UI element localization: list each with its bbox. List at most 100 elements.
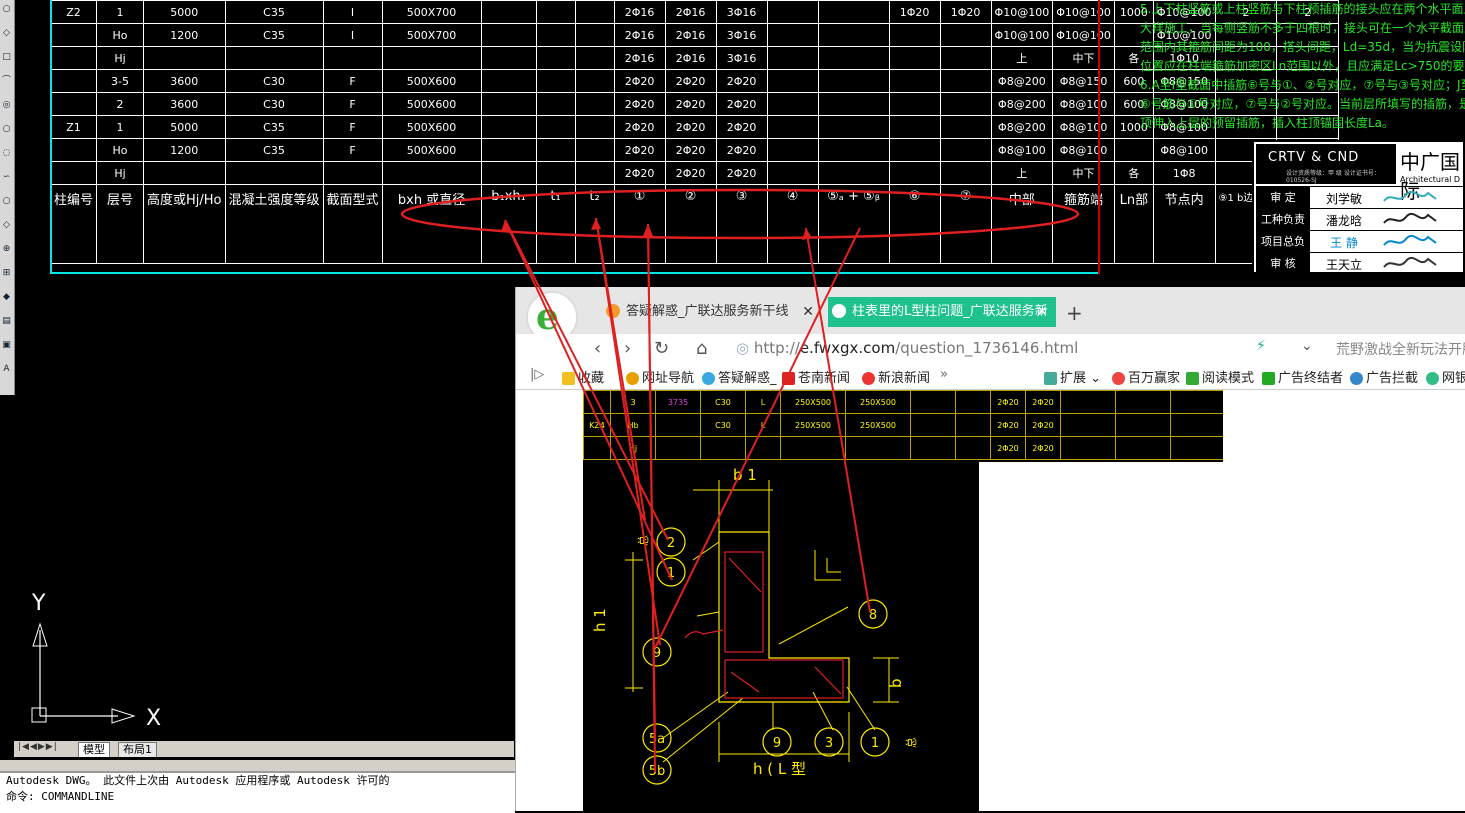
cad-tool-icon[interactable]: ○ <box>1 196 12 207</box>
bookmark-label: 网银 <box>1442 371 1465 386</box>
schedule-cell-s10: 各 <box>1113 161 1154 185</box>
cad-tool-icon[interactable]: ▤ <box>1 316 12 327</box>
bookmark-favorites[interactable]: 收藏 <box>562 367 604 386</box>
cad-tool-icon[interactable]: ◌ <box>1 148 12 159</box>
header-col_ln: Ln部 <box>1113 184 1154 264</box>
scan-cell: 2Φ20 <box>1025 436 1061 460</box>
design-notes: 5.上下柱竖筋或上柱竖筋与下柱预插筋的接头应在两个水平面上按甲 大样施工，当每侧… <box>1140 0 1465 133</box>
cad-tool-icon[interactable]: ⊞ <box>1 268 12 279</box>
axis-y-label: Y <box>31 591 46 616</box>
bookmark-sina[interactable]: 新浪新闻 <box>862 367 930 386</box>
command-line-history: Autodesk DWG。 此文件上次由 Autodesk 应用程序或 Auto… <box>6 774 390 787</box>
bookmark-label: 网址导航 <box>642 371 695 386</box>
bookmark-label: 扩展 <box>1060 371 1087 386</box>
axis-x-label: X <box>146 706 161 731</box>
speed-icon[interactable]: ⚡ <box>1256 338 1266 354</box>
scan-cell: 2Φ20 <box>1025 390 1061 414</box>
bookmark-baiwan[interactable]: 百万赢家 <box>1112 367 1180 386</box>
url-field[interactable]: ◎ http://e.fwxgx.com/question_1736146.ht… <box>736 337 1256 359</box>
ucs-icon: Y X <box>31 591 161 731</box>
schedule-cell-s11: Φ8@100 <box>1152 138 1216 162</box>
cad-tool-icon[interactable]: ◇ <box>1 220 12 231</box>
close-tab-icon[interactable]: ✕ <box>1036 297 1048 327</box>
cad-tool-icon[interactable]: ○ <box>1 124 12 135</box>
scan-cell <box>1170 390 1223 414</box>
command-line[interactable]: Autodesk DWG。 此文件上次由 Autodesk 应用程序或 Auto… <box>0 771 515 813</box>
scan-cell <box>845 436 911 460</box>
bookmark-nav[interactable]: 网址导航 <box>626 367 694 386</box>
cad-left-toolbar: ○ ◇ □ ⌒ ◎ ○ ◌ ∽ ○ ◇ ⊕ ⊞ ◆ ▤ ▣ A <box>0 0 15 395</box>
scan-cell <box>910 436 956 460</box>
bookmark-label: 阅读模式 <box>1202 371 1255 386</box>
bookmark-bank[interactable]: 网银 <box>1426 367 1465 386</box>
table-frame <box>50 0 1100 274</box>
design-note-line: 大样施工，当每侧竖筋不多于四根时，接头可在一个水平截面上，接头 <box>1140 21 1465 35</box>
scan-cell <box>655 436 701 460</box>
cad-tool-icon[interactable]: ◎ <box>1 100 12 111</box>
cad-tool-icon[interactable]: ⌒ <box>1 76 12 87</box>
cad-tool-icon[interactable]: ○ <box>1 4 12 15</box>
signature-image <box>1383 212 1437 224</box>
tab-nav-arrows[interactable]: |◀◀▶▶| <box>18 742 58 752</box>
design-note-line: 位置应在柱端箍筋加密区Ln范围以外，且应满足Lc>750的要求 <box>1140 59 1465 73</box>
cad-tool-icon[interactable]: A <box>1 364 12 375</box>
bookmark-cangnan[interactable]: 苍南新闻 <box>782 367 850 386</box>
cad-tool-icon[interactable]: ∽ <box>1 172 12 183</box>
layout-tabs: |◀◀▶▶| 模型 布局1 <box>14 741 514 757</box>
side-label-total-2: 总 <box>904 737 918 748</box>
bookmark-reader[interactable]: 阅读模式 <box>1186 367 1254 386</box>
scan-cell: 3 <box>610 390 656 414</box>
scan-cell <box>1170 413 1223 437</box>
url-scheme: http:// <box>753 339 800 357</box>
scan-row: Hj2Φ202Φ204Φ22 <box>583 436 1223 460</box>
nav-site-icon <box>626 372 639 385</box>
dim-b: b <box>887 678 905 688</box>
logo-text: CRTV & CND <box>1268 150 1360 165</box>
logo-small-text: 设计资质等级：甲 级 设计证书号：010526-SJ <box>1286 170 1380 184</box>
bubble-2: 2 <box>667 536 675 551</box>
title-block-role: 项目总负责 <box>1256 231 1310 270</box>
browser-window: e 答疑解惑_广联达服务新干线 ✕ 柱表里的L型柱问题_广联达服务新 ✕ + ‹… <box>515 287 1465 811</box>
bookmark-label: 广告终结者 <box>1278 371 1344 386</box>
company-logo: CRTV & CND 设计资质等级：甲 级 设计证书号：010526-SJ <box>1256 144 1396 184</box>
cad-tool-icon[interactable]: □ <box>1 52 12 63</box>
home-icon[interactable]: ⌂ <box>696 338 707 359</box>
scan-cell <box>745 436 781 460</box>
bookmark-extensions[interactable]: 扩展 ⌄ <box>1044 367 1101 386</box>
tab-model[interactable]: 模型 <box>78 742 110 757</box>
sidebar-toggle-icon[interactable]: |▷ <box>530 367 544 382</box>
close-tab-icon[interactable]: ✕ <box>802 297 814 327</box>
table-red-border <box>1098 0 1100 274</box>
signature-image <box>1383 234 1437 246</box>
bubble-9: 9 <box>653 646 661 661</box>
title-block-role: 审 核 <box>1256 253 1310 275</box>
scan-cell: C30 <box>700 390 746 414</box>
scan-cell <box>655 413 701 437</box>
title-block-name: 潘龙晗 <box>1325 214 1362 228</box>
browser-tab-1[interactable]: 答疑解惑_广联达服务新干线 ✕ <box>602 297 822 327</box>
back-icon[interactable]: ‹ <box>594 338 601 359</box>
address-dropdown-icon[interactable]: ⌄ <box>1301 338 1313 354</box>
command-line-prompt[interactable]: 命令: COMMANDLINE <box>0 789 515 805</box>
new-tab-button[interactable]: + <box>1066 301 1083 325</box>
cad-tool-icon[interactable]: ◆ <box>1 292 12 303</box>
scan-cell <box>1060 413 1116 437</box>
bookmark-more[interactable]: » <box>940 367 948 382</box>
title-block: CRTV & CND 设计资质等级：甲 级 设计证书号：010526-SJ 中广… <box>1252 140 1465 275</box>
cad-tool-icon[interactable]: ⊕ <box>1 244 12 255</box>
hot-search[interactable]: 荒野激战全新玩法开服 <box>1336 339 1465 359</box>
design-note-line: 范围内其箍筋间距为100，搭头间距，Ld=35d，当为抗震设防时竖筋 <box>1140 40 1465 54</box>
bookmark-adblock2[interactable]: 广告拦截 <box>1350 367 1418 386</box>
bookmark-adblock1[interactable]: 广告终结者 <box>1262 367 1343 386</box>
bookmark-qa[interactable]: 答疑解惑_ <box>702 367 777 386</box>
refresh-icon[interactable]: ↻ <box>654 338 669 359</box>
tab-layout1[interactable]: 布局1 <box>118 742 157 757</box>
cad-tool-icon[interactable]: ◇ <box>1 28 12 39</box>
forward-icon[interactable]: › <box>624 338 631 359</box>
browser-tab-2[interactable]: 柱表里的L型柱问题_广联达服务新 ✕ <box>828 297 1056 327</box>
bubble-8: 8 <box>869 608 877 623</box>
schedule-cell-s11: 1Φ8 <box>1152 161 1216 185</box>
cad-tool-icon[interactable]: ▣ <box>1 340 12 351</box>
side-label-total: 总 <box>636 535 650 546</box>
scan-cell <box>583 390 611 414</box>
